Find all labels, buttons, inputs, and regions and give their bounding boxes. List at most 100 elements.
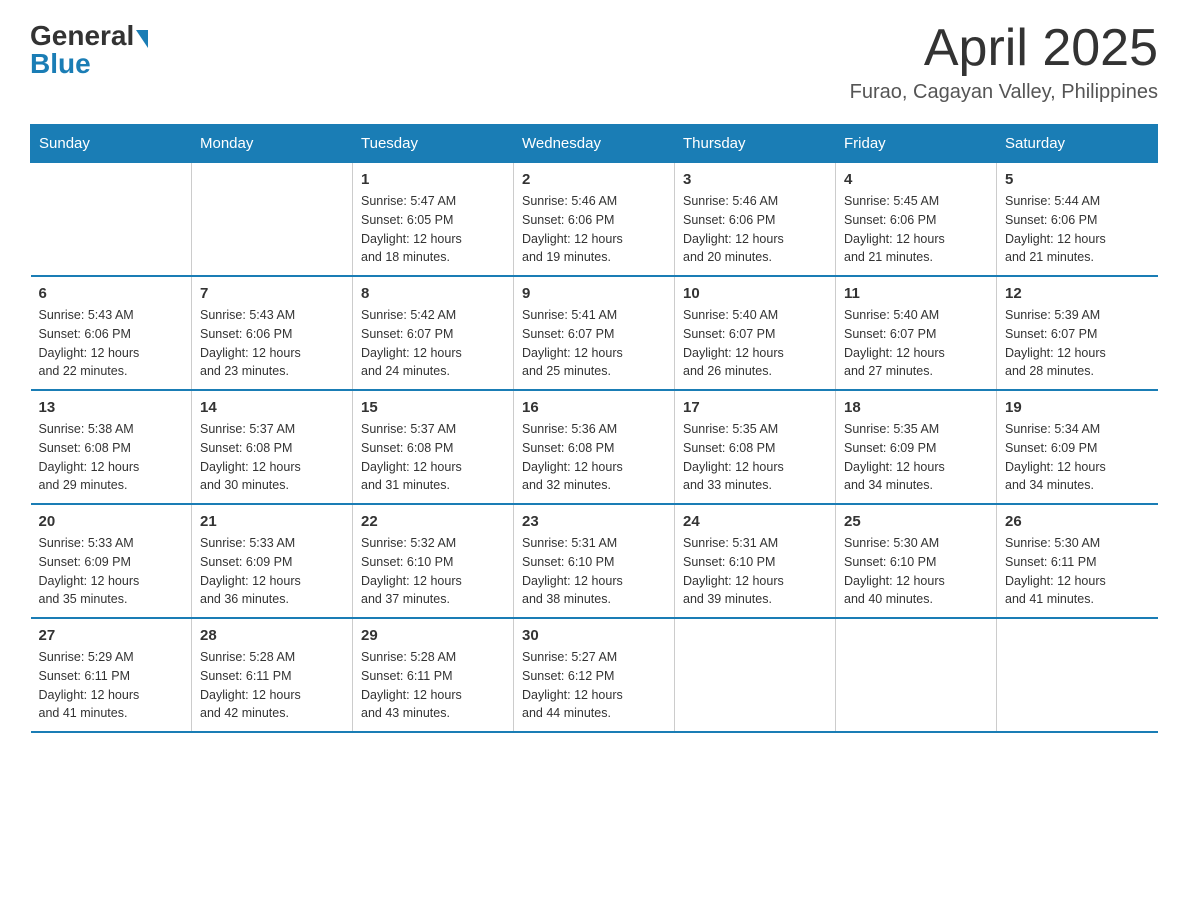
day-cell: 22 Sunrise: 5:32 AMSunset: 6:10 PMDayligh… — [353, 504, 514, 618]
day-number: 11 — [844, 285, 988, 302]
header-row: SundayMondayTuesdayWednesdayThursdayFrid… — [31, 125, 1158, 163]
day-number: 5 — [1005, 171, 1150, 188]
header-cell-tuesday: Tuesday — [353, 125, 514, 163]
day-info: Sunrise: 5:33 AMSunset: 6:09 PMDaylight:… — [200, 536, 301, 606]
day-cell: 11 Sunrise: 5:40 AMSunset: 6:07 PMDayligh… — [836, 276, 997, 390]
day-number: 27 — [39, 627, 184, 644]
day-number: 28 — [200, 627, 344, 644]
day-info: Sunrise: 5:43 AMSunset: 6:06 PMDaylight:… — [39, 308, 140, 378]
day-cell: 6 Sunrise: 5:43 AMSunset: 6:06 PMDaylight… — [31, 276, 192, 390]
day-cell: 16 Sunrise: 5:36 AMSunset: 6:08 PMDayligh… — [514, 390, 675, 504]
day-info: Sunrise: 5:40 AMSunset: 6:07 PMDaylight:… — [844, 308, 945, 378]
day-number: 14 — [200, 399, 344, 416]
day-cell — [31, 163, 192, 277]
day-number: 17 — [683, 399, 827, 416]
day-cell: 19 Sunrise: 5:34 AMSunset: 6:09 PMDayligh… — [997, 390, 1158, 504]
day-cell: 25 Sunrise: 5:30 AMSunset: 6:10 PMDayligh… — [836, 504, 997, 618]
week-row-1: 1Sunrise: 5:47 AMSunset: 6:05 PMDaylight… — [31, 163, 1158, 277]
day-cell: 13 Sunrise: 5:38 AMSunset: 6:08 PMDayligh… — [31, 390, 192, 504]
day-info: Sunrise: 5:35 AMSunset: 6:09 PMDaylight:… — [844, 422, 945, 492]
day-number: 8 — [361, 285, 505, 302]
page-header: General Blue April 2025 Furao, Cagayan V… — [30, 20, 1158, 104]
day-cell: 10Sunrise: 5:40 AMSunset: 6:07 PMDayligh… — [675, 276, 836, 390]
day-cell: 21 Sunrise: 5:33 AMSunset: 6:09 PMDayligh… — [192, 504, 353, 618]
day-number: 23 — [522, 513, 666, 530]
day-number: 24 — [683, 513, 827, 530]
day-number: 18 — [844, 399, 988, 416]
header-cell-friday: Friday — [836, 125, 997, 163]
day-info: Sunrise: 5:31 AMSunset: 6:10 PMDaylight:… — [683, 536, 784, 606]
calendar-body: 1Sunrise: 5:47 AMSunset: 6:05 PMDaylight… — [31, 163, 1158, 733]
day-info: Sunrise: 5:33 AMSunset: 6:09 PMDaylight:… — [39, 536, 140, 606]
day-info: Sunrise: 5:39 AMSunset: 6:07 PMDaylight:… — [1005, 308, 1106, 378]
day-info: Sunrise: 5:46 AMSunset: 6:06 PMDaylight:… — [683, 194, 784, 264]
day-number: 13 — [39, 399, 184, 416]
day-cell: 30 Sunrise: 5:27 AMSunset: 6:12 PMDayligh… — [514, 618, 675, 732]
day-number: 29 — [361, 627, 505, 644]
location-title: Furao, Cagayan Valley, Philippines — [850, 81, 1158, 104]
day-info: Sunrise: 5:45 AMSunset: 6:06 PMDaylight:… — [844, 194, 945, 264]
day-info: Sunrise: 5:37 AMSunset: 6:08 PMDaylight:… — [361, 422, 462, 492]
day-cell: 18 Sunrise: 5:35 AMSunset: 6:09 PMDayligh… — [836, 390, 997, 504]
day-cell: 17Sunrise: 5:35 AMSunset: 6:08 PMDayligh… — [675, 390, 836, 504]
day-cell: 2Sunrise: 5:46 AMSunset: 6:06 PMDaylight… — [514, 163, 675, 277]
day-number: 16 — [522, 399, 666, 416]
day-number: 2 — [522, 171, 666, 188]
day-cell: 1Sunrise: 5:47 AMSunset: 6:05 PMDaylight… — [353, 163, 514, 277]
logo: General Blue — [30, 20, 148, 80]
day-cell — [836, 618, 997, 732]
day-info: Sunrise: 5:36 AMSunset: 6:08 PMDaylight:… — [522, 422, 623, 492]
day-number: 21 — [200, 513, 344, 530]
day-cell: 14 Sunrise: 5:37 AMSunset: 6:08 PMDayligh… — [192, 390, 353, 504]
day-info: Sunrise: 5:43 AMSunset: 6:06 PMDaylight:… — [200, 308, 301, 378]
title-block: April 2025 Furao, Cagayan Valley, Philip… — [850, 20, 1158, 104]
logo-arrow-icon — [136, 30, 148, 48]
day-info: Sunrise: 5:30 AMSunset: 6:11 PMDaylight:… — [1005, 536, 1106, 606]
day-info: Sunrise: 5:37 AMSunset: 6:08 PMDaylight:… — [200, 422, 301, 492]
day-number: 15 — [361, 399, 505, 416]
day-info: Sunrise: 5:38 AMSunset: 6:08 PMDaylight:… — [39, 422, 140, 492]
day-cell — [192, 163, 353, 277]
day-number: 7 — [200, 285, 344, 302]
day-info: Sunrise: 5:40 AMSunset: 6:07 PMDaylight:… — [683, 308, 784, 378]
day-number: 30 — [522, 627, 666, 644]
day-cell: 27Sunrise: 5:29 AMSunset: 6:11 PMDayligh… — [31, 618, 192, 732]
day-info: Sunrise: 5:27 AMSunset: 6:12 PMDaylight:… — [522, 650, 623, 720]
header-cell-sunday: Sunday — [31, 125, 192, 163]
day-number: 19 — [1005, 399, 1150, 416]
calendar-header: SundayMondayTuesdayWednesdayThursdayFrid… — [31, 125, 1158, 163]
day-cell — [675, 618, 836, 732]
day-cell: 28 Sunrise: 5:28 AMSunset: 6:11 PMDayligh… — [192, 618, 353, 732]
day-cell: 3 Sunrise: 5:46 AMSunset: 6:06 PMDaylight… — [675, 163, 836, 277]
day-cell: 29Sunrise: 5:28 AMSunset: 6:11 PMDayligh… — [353, 618, 514, 732]
week-row-5: 27Sunrise: 5:29 AMSunset: 6:11 PMDayligh… — [31, 618, 1158, 732]
month-title: April 2025 — [850, 20, 1158, 77]
day-info: Sunrise: 5:30 AMSunset: 6:10 PMDaylight:… — [844, 536, 945, 606]
day-info: Sunrise: 5:47 AMSunset: 6:05 PMDaylight:… — [361, 194, 462, 264]
week-row-3: 13 Sunrise: 5:38 AMSunset: 6:08 PMDayligh… — [31, 390, 1158, 504]
day-cell: 15 Sunrise: 5:37 AMSunset: 6:08 PMDayligh… — [353, 390, 514, 504]
day-info: Sunrise: 5:34 AMSunset: 6:09 PMDaylight:… — [1005, 422, 1106, 492]
day-number: 3 — [683, 171, 827, 188]
day-info: Sunrise: 5:32 AMSunset: 6:10 PMDaylight:… — [361, 536, 462, 606]
day-number: 22 — [361, 513, 505, 530]
day-number: 6 — [39, 285, 184, 302]
day-number: 4 — [844, 171, 988, 188]
week-row-2: 6 Sunrise: 5:43 AMSunset: 6:06 PMDaylight… — [31, 276, 1158, 390]
day-info: Sunrise: 5:44 AMSunset: 6:06 PMDaylight:… — [1005, 194, 1106, 264]
header-cell-wednesday: Wednesday — [514, 125, 675, 163]
day-info: Sunrise: 5:28 AMSunset: 6:11 PMDaylight:… — [200, 650, 301, 720]
header-cell-saturday: Saturday — [997, 125, 1158, 163]
day-info: Sunrise: 5:41 AMSunset: 6:07 PMDaylight:… — [522, 308, 623, 378]
day-info: Sunrise: 5:31 AMSunset: 6:10 PMDaylight:… — [522, 536, 623, 606]
day-cell: 9Sunrise: 5:41 AMSunset: 6:07 PMDaylight… — [514, 276, 675, 390]
day-number: 20 — [39, 513, 184, 530]
day-cell: 4 Sunrise: 5:45 AMSunset: 6:06 PMDaylight… — [836, 163, 997, 277]
week-row-4: 20 Sunrise: 5:33 AMSunset: 6:09 PMDayligh… — [31, 504, 1158, 618]
header-cell-thursday: Thursday — [675, 125, 836, 163]
day-cell: 26Sunrise: 5:30 AMSunset: 6:11 PMDayligh… — [997, 504, 1158, 618]
calendar-table: SundayMondayTuesdayWednesdayThursdayFrid… — [30, 124, 1158, 733]
day-cell: 24 Sunrise: 5:31 AMSunset: 6:10 PMDayligh… — [675, 504, 836, 618]
day-number: 25 — [844, 513, 988, 530]
day-cell: 7 Sunrise: 5:43 AMSunset: 6:06 PMDaylight… — [192, 276, 353, 390]
